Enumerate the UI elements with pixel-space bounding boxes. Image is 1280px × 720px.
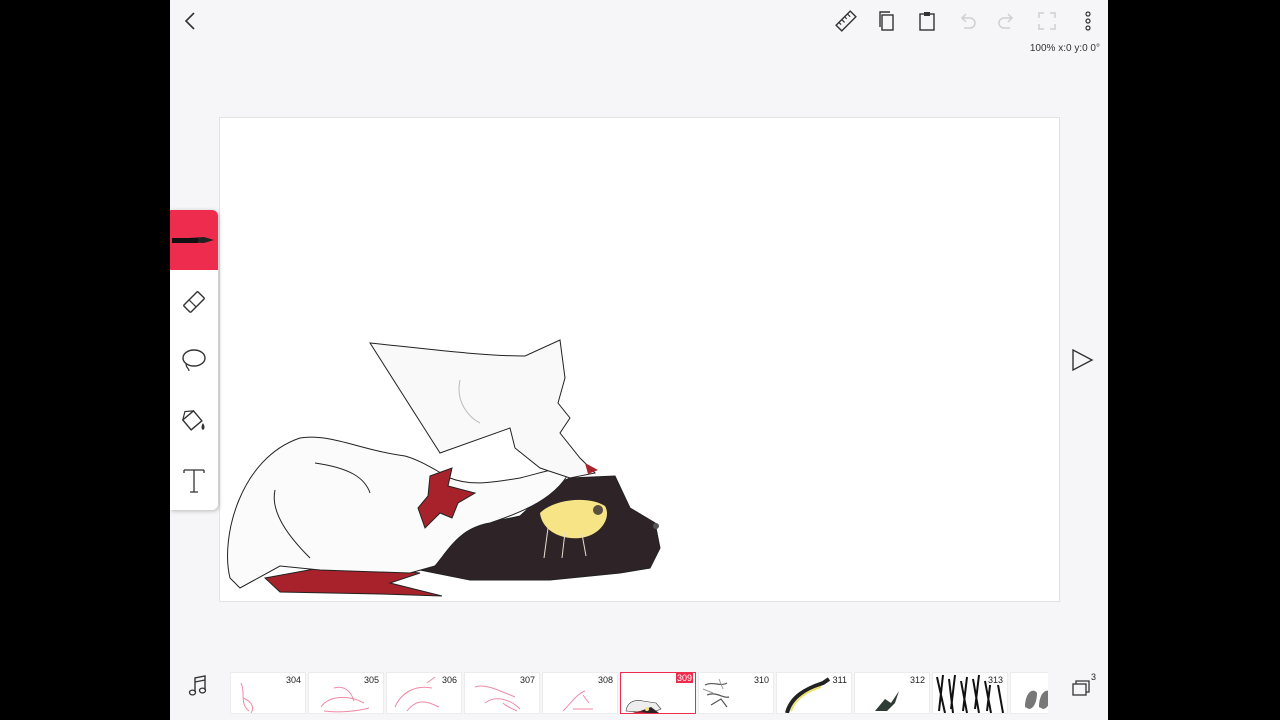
timeline-frames[interactable]: 304 305 306 307 308 309 310 311 312 313: [230, 672, 1048, 716]
ruler-icon[interactable]: [832, 7, 860, 35]
fullscreen-icon[interactable]: [1033, 7, 1061, 35]
paste-icon[interactable]: [913, 7, 941, 35]
frame-number: 304: [284, 675, 302, 685]
timeline-frame[interactable]: 305: [308, 672, 384, 714]
drawing-canvas[interactable]: [219, 117, 1060, 602]
canvas-artwork: [227, 339, 661, 597]
frame-number: 313: [986, 675, 1004, 685]
frame-number: 312: [908, 675, 926, 685]
frame-number: 308: [596, 675, 614, 685]
timeline-frame[interactable]: 307: [464, 672, 540, 714]
redo-icon[interactable]: [993, 7, 1021, 35]
timeline-frame[interactable]: 304: [230, 672, 306, 714]
top-toolbar: 100% x:0 y:0 0°: [170, 0, 1108, 54]
eraser-icon[interactable]: [178, 286, 210, 318]
play-icon[interactable]: [1067, 345, 1097, 375]
copy-icon[interactable]: [873, 7, 901, 35]
pen-icon: [172, 237, 214, 243]
text-tool-icon[interactable]: [178, 464, 210, 496]
timeline-frame[interactable]: 312: [854, 672, 930, 714]
timeline-frame[interactable]: 314: [1010, 672, 1048, 714]
layers-count: 3: [1090, 672, 1096, 682]
frame-number: 307: [518, 675, 536, 685]
frame-number: 311: [831, 675, 848, 685]
music-note-icon[interactable]: [185, 673, 211, 699]
animation-app: 100% x:0 y:0 0° 304 305 306 307 308 309 …: [170, 0, 1108, 720]
frame-number: 310: [752, 675, 770, 685]
timeline-frame[interactable]: 306: [386, 672, 462, 714]
frame-number: 306: [440, 675, 458, 685]
undo-icon[interactable]: [953, 7, 981, 35]
timeline-frame[interactable]: 310: [698, 672, 774, 714]
lasso-icon[interactable]: [178, 344, 210, 376]
pen-tool-button[interactable]: [170, 210, 218, 270]
frame-number: 309: [675, 673, 693, 683]
back-chevron-icon[interactable]: [178, 8, 204, 34]
timeline-frame[interactable]: 311: [776, 672, 852, 714]
layers-icon[interactable]: 3: [1067, 672, 1097, 701]
paint-bucket-icon[interactable]: [178, 404, 210, 436]
more-vertical-icon[interactable]: [1074, 7, 1102, 35]
tool-panel: [170, 210, 218, 510]
timeline-frame[interactable]: 313: [932, 672, 1008, 714]
timeline-frame-current[interactable]: 309: [620, 672, 696, 714]
frame-number: 305: [362, 675, 380, 685]
timeline-frame[interactable]: 308: [542, 672, 618, 714]
canvas-status-readout: 100% x:0 y:0 0°: [1029, 43, 1100, 54]
